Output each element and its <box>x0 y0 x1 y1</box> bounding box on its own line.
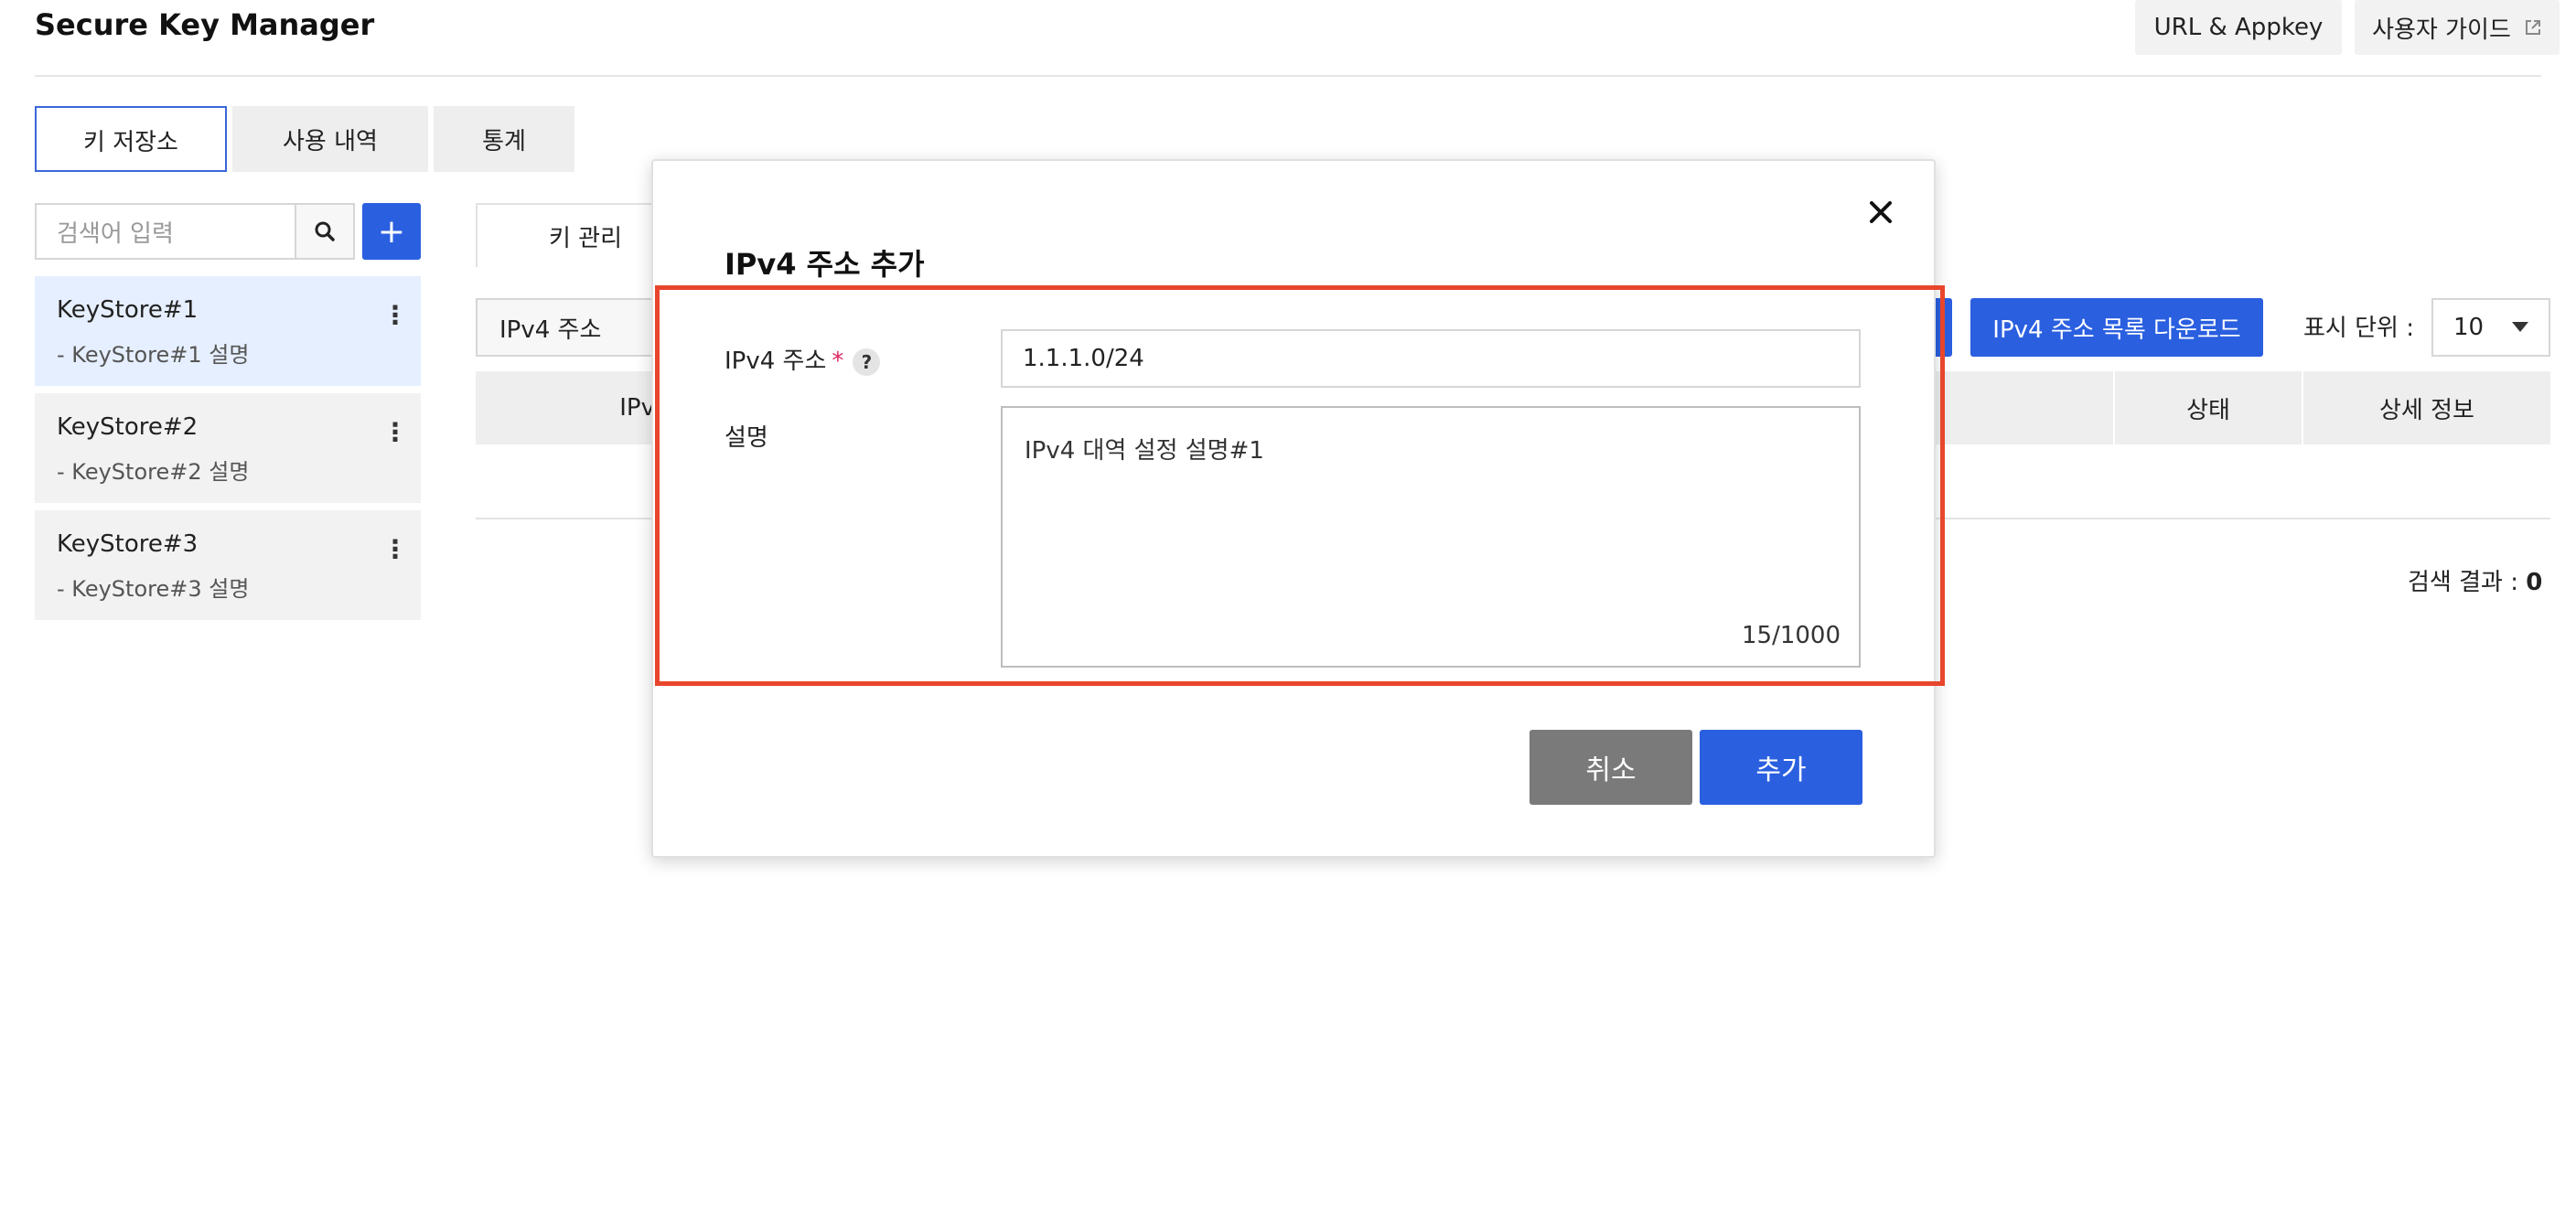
column-ip-label: IPv <box>619 394 655 422</box>
keystore-desc: - KeyStore#2 설명 <box>57 459 250 485</box>
add-keystore-button[interactable]: + <box>362 203 421 260</box>
header-divider <box>35 75 2541 77</box>
page-size-select[interactable]: 10 <box>2431 298 2550 357</box>
desc-field-label: 설명 <box>724 424 768 452</box>
column-detail: 상세 정보 <box>2303 371 2550 444</box>
ipv4-address-input[interactable]: 1.1.1.0/24 <box>1001 329 1861 388</box>
description-value: IPv4 대역 설정 설명#1 <box>1025 437 1264 465</box>
modal-title: IPv4 주소 추가 <box>724 247 925 282</box>
download-ipv4-list-label: IPv4 주소 목록 다운로드 <box>1992 316 2241 344</box>
tab-key-management-label: 키 관리 <box>548 224 623 252</box>
tab-keystore-label: 키 저장소 <box>83 128 178 156</box>
more-vertical-icon[interactable]: ⋮ <box>382 534 408 564</box>
more-vertical-icon[interactable]: ⋮ <box>382 300 408 330</box>
chevron-down-icon <box>2512 322 2528 332</box>
more-vertical-icon[interactable]: ⋮ <box>382 417 408 447</box>
filter-select-value: IPv4 주소 <box>499 316 602 344</box>
user-guide-button[interactable]: 사용자 가이드 <box>2355 0 2560 55</box>
search-input[interactable]: 검색어 입력 <box>35 203 296 260</box>
keystore-item-3[interactable]: KeyStore#3 - KeyStore#3 설명 ⋮ <box>35 510 421 620</box>
description-textarea[interactable]: IPv4 대역 설정 설명#1 15/1000 <box>1001 406 1861 668</box>
tab-statistics[interactable]: 통계 <box>434 106 574 172</box>
page-size-value: 10 <box>2453 314 2485 341</box>
result-value: 0 <box>2526 569 2543 596</box>
cancel-button[interactable]: 취소 <box>1530 730 1692 805</box>
ipv4-address-value: 1.1.1.0/24 <box>1023 345 1144 372</box>
download-ipv4-list-button[interactable]: IPv4 주소 목록 다운로드 <box>1970 298 2263 357</box>
result-label: 검색 결과 : <box>2408 569 2518 596</box>
column-status-label: 상태 <box>2186 396 2230 424</box>
keystore-name: KeyStore#2 <box>57 413 199 441</box>
result-count: 검색 결과 : 0 <box>2408 563 2542 597</box>
plus-icon: + <box>377 212 406 251</box>
keystore-desc: - KeyStore#1 설명 <box>57 342 250 368</box>
tab-usage-history-label: 사용 내역 <box>283 127 378 155</box>
char-counter: 15/1000 <box>1741 622 1841 649</box>
column-detail-label: 상세 정보 <box>2379 396 2474 424</box>
tab-statistics-label: 통계 <box>482 127 526 155</box>
tab-usage-history[interactable]: 사용 내역 <box>232 106 428 172</box>
app-title: Secure Key Manager <box>35 7 375 42</box>
keystore-item-2[interactable]: KeyStore#2 - KeyStore#2 설명 ⋮ <box>35 393 421 503</box>
search-icon <box>315 221 335 241</box>
keystore-name: KeyStore#1 <box>57 296 199 324</box>
column-status: 상태 <box>2115 371 2302 444</box>
cancel-label: 취소 <box>1585 754 1637 786</box>
ip-field-label: IPv4 주소 *? <box>724 342 881 376</box>
help-icon[interactable]: ? <box>853 348 881 376</box>
confirm-add-label: 추가 <box>1755 754 1807 786</box>
tab-keystore[interactable]: 키 저장소 <box>35 106 227 172</box>
confirm-add-button[interactable]: 추가 <box>1700 730 1862 805</box>
filter-select[interactable]: IPv4 주소 <box>476 298 668 357</box>
required-mark: * <box>832 348 844 375</box>
keystore-item-1[interactable]: KeyStore#1 - KeyStore#1 설명 ⋮ <box>35 276 421 386</box>
search-placeholder: 검색어 입력 <box>57 219 174 248</box>
ip-label-text: IPv4 주소 <box>724 348 827 375</box>
close-button[interactable] <box>1862 194 1899 230</box>
external-link-icon <box>2525 20 2540 35</box>
keystore-desc: - KeyStore#3 설명 <box>57 576 250 602</box>
search-button[interactable] <box>296 203 355 260</box>
page-size-label: 표시 단위 : <box>2303 315 2414 342</box>
url-appkey-label: URL & Appkey <box>2153 14 2324 41</box>
close-icon <box>1870 201 1892 223</box>
keystore-name: KeyStore#3 <box>57 530 199 558</box>
column-ip: IPv <box>476 371 655 444</box>
user-guide-label: 사용자 가이드 <box>2372 16 2511 44</box>
url-appkey-button[interactable]: URL & Appkey <box>2135 0 2342 55</box>
